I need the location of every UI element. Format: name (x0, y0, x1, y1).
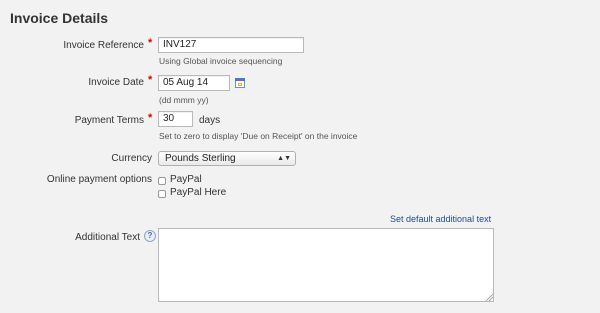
help-icon[interactable]: ? (144, 230, 156, 242)
required-marker: * (148, 74, 153, 86)
paypal-here-checkbox[interactable] (158, 190, 166, 198)
payment-terms-label: Payment Terms (74, 115, 144, 126)
currency-selected-value: Pounds Sterling (165, 153, 236, 164)
invoice-reference-input[interactable]: INV127 (158, 37, 304, 53)
invoice-reference-label: Invoice Reference (63, 40, 144, 51)
chevron-up-down-icon: ▲▼ (277, 155, 291, 162)
paypal-checkbox-label[interactable]: PayPal (170, 174, 202, 185)
resize-grip-icon[interactable] (486, 294, 493, 301)
payment-terms-input[interactable]: 30 (158, 111, 193, 127)
additional-text-textarea[interactable] (158, 228, 494, 302)
currency-select[interactable]: Pounds Sterling ▲▼ (158, 151, 296, 166)
invoice-date-input[interactable]: 05 Aug 14 (158, 75, 230, 91)
additional-text-label: Additional Text (75, 232, 140, 243)
payment-terms-unit: days (199, 115, 221, 126)
section-title: Invoice Details (10, 10, 109, 26)
paypal-here-checkbox-label[interactable]: PayPal Here (170, 187, 226, 198)
required-marker: * (148, 37, 153, 49)
calendar-icon[interactable] (235, 78, 245, 88)
paypal-checkbox[interactable] (158, 177, 166, 185)
invoice-reference-hint: Using Global invoice sequencing (159, 56, 283, 66)
invoice-date-hint: (dd mmm yy) (159, 95, 209, 105)
payment-terms-hint: Set to zero to display 'Due on Receipt' … (159, 131, 358, 141)
required-marker: * (148, 112, 153, 124)
invoice-details-panel: Invoice Details Invoice Reference * INV1… (0, 0, 600, 313)
set-default-additional-text-link[interactable]: Set default additional text (390, 214, 491, 224)
invoice-date-label: Invoice Date (88, 77, 144, 88)
online-payment-options-label: Online payment options (46, 174, 152, 185)
currency-label: Currency (111, 153, 152, 164)
